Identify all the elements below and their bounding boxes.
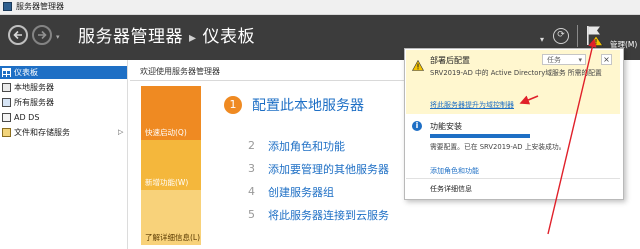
divider	[130, 80, 406, 81]
create-server-group-link[interactable]: 创建服务器组	[268, 184, 334, 200]
refresh-button[interactable]: ⟳	[553, 28, 569, 44]
notification-body: 需要配置。已在 SRV2019-AD 上安装成功。	[430, 143, 566, 151]
window-title: 服务器管理器	[16, 2, 64, 11]
breadcrumb: 服务器管理器 ▸ 仪表板	[78, 25, 255, 50]
chevron-right-icon[interactable]: ▷	[118, 126, 123, 139]
arrow-left-icon	[13, 30, 22, 40]
servers-icon	[2, 98, 11, 107]
step-number: 4	[248, 185, 255, 198]
add-roles-features-notification-link[interactable]: 添加角色和功能	[430, 166, 479, 176]
welcome-heading: 欢迎使用服务器管理器	[140, 67, 220, 76]
chevron-down-icon: ▾	[578, 56, 582, 64]
sidebar-item-ad-ds[interactable]: AD DS	[0, 111, 127, 124]
sidebar-item-label: AD DS	[14, 113, 40, 122]
header-divider	[577, 25, 578, 47]
notification-body: SRV2019-AD 中的 Active Directory域服务 所需的配置	[430, 69, 602, 77]
breadcrumb-separator-icon: ▸	[189, 30, 197, 46]
breadcrumb-app[interactable]: 服务器管理器	[78, 27, 183, 47]
sidebar-item-label: 所有服务器	[14, 98, 54, 107]
step-number-badge: 1	[224, 96, 242, 114]
server-manager-app-icon	[3, 2, 12, 11]
step-number: 5	[248, 208, 255, 221]
add-servers-link[interactable]: 添加要管理的其他服务器	[268, 161, 389, 177]
dashboard-icon	[2, 68, 11, 78]
progress-fill	[430, 134, 530, 138]
promote-to-dc-link[interactable]: 将此服务器提升为域控制器	[430, 100, 514, 110]
add-roles-features-link[interactable]: 添加角色和功能	[268, 138, 345, 154]
sidebar-item-label: 仪表板	[14, 68, 38, 77]
sidebar-item-local-server[interactable]: 本地服务器	[0, 81, 127, 94]
tile-quick-start[interactable]: 快速启动(Q)	[141, 86, 201, 140]
task-details-link[interactable]: 任务详细信息	[430, 184, 472, 194]
divider	[406, 178, 620, 179]
storage-icon	[2, 128, 11, 137]
back-button[interactable]	[8, 25, 28, 45]
breadcrumb-page: 仪表板	[202, 27, 256, 47]
configure-local-server-link[interactable]: 配置此本地服务器	[252, 95, 364, 115]
tile-label: 新增功能(W)	[145, 178, 189, 187]
arrow-right-icon	[38, 30, 47, 40]
sidebar-item-label: 本地服务器	[14, 83, 54, 92]
server-icon	[2, 83, 11, 92]
sidebar-item-dashboard[interactable]: 仪表板	[0, 66, 127, 79]
header-dropdown-icon[interactable]: ▾	[540, 35, 544, 44]
tile-label: 快速启动(Q)	[145, 128, 187, 137]
tile-label: 了解详细信息(L)	[145, 233, 201, 242]
forward-button[interactable]	[32, 25, 52, 45]
task-button-label: 任务	[547, 56, 561, 64]
notification-title: 部署后配置	[430, 56, 470, 65]
tile-learn-more[interactable]: 了解详细信息(L)	[141, 190, 201, 245]
info-icon: i	[412, 121, 422, 131]
adds-icon	[2, 113, 11, 122]
task-dropdown-button[interactable]: 任务 ▾	[542, 54, 586, 65]
sidebar-item-file-storage[interactable]: 文件和存储服务 ▷	[0, 126, 127, 139]
dismiss-button[interactable]: ×	[601, 54, 612, 65]
connect-cloud-link[interactable]: 将此服务器连接到云服务	[268, 207, 389, 223]
install-progress-bar	[430, 134, 530, 138]
window-title-bar: 服务器管理器	[0, 0, 640, 15]
step-number: 3	[248, 162, 255, 175]
notification-title: 功能安装	[430, 122, 462, 131]
step-number: 2	[248, 139, 255, 152]
flag-warning-icon	[587, 26, 604, 46]
sidebar-item-all-servers[interactable]: 所有服务器	[0, 96, 127, 109]
tile-whats-new[interactable]: 新增功能(W)	[141, 140, 201, 190]
warning-icon	[411, 56, 425, 75]
sidebar-item-label: 文件和存储服务	[14, 128, 70, 137]
sidebar: 仪表板 本地服务器 所有服务器 AD DS 文件和存储服务 ▷	[0, 60, 128, 249]
history-dropdown-icon[interactable]: ▾	[56, 33, 60, 41]
